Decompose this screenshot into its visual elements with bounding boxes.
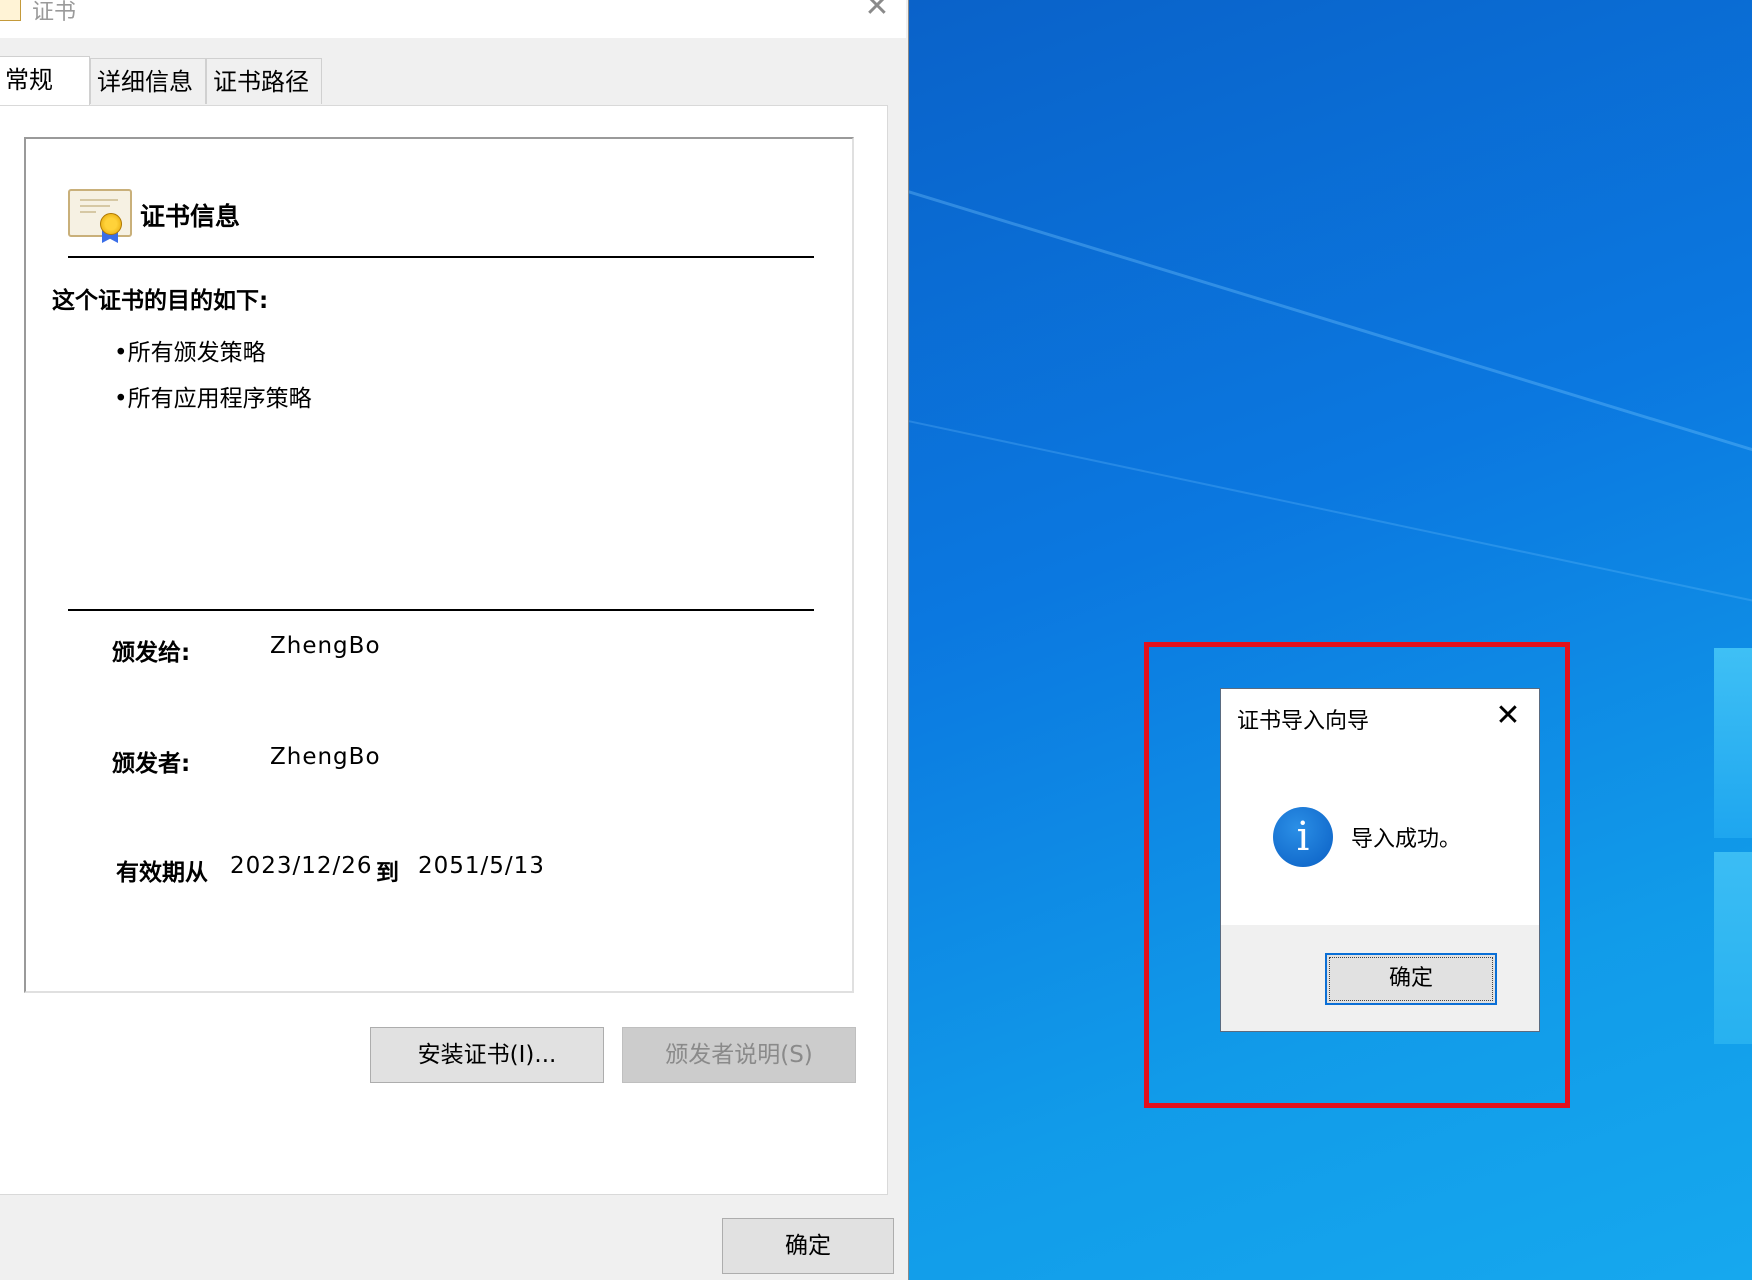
install-certificate-button[interactable]: 安装证书(I)... <box>370 1027 604 1083</box>
window-title: 证书 <box>32 0 77 25</box>
valid-from-label: 有效期从 <box>116 860 208 886</box>
issued-to-label: 颁发给: <box>112 640 191 666</box>
import-success-dialog: 证书导入向导 ✕ i 导入成功。 确定 <box>1220 688 1540 1032</box>
certificate-icon <box>0 0 21 21</box>
valid-to-value: 2051/5/13 <box>418 853 545 879</box>
windows-logo-pane <box>1714 852 1752 1044</box>
divider <box>68 609 814 611</box>
issuer-statement-button[interactable]: 颁发者说明(S) <box>622 1027 856 1083</box>
tab-certification-path[interactable]: 证书路径 <box>206 58 322 104</box>
valid-from-value: 2023/12/26 <box>230 853 373 879</box>
valid-to-label: 到 <box>376 860 399 886</box>
purpose-title: 这个证书的目的如下: <box>52 288 269 314</box>
close-icon[interactable]: ✕ <box>862 0 892 22</box>
certificate-info-box: 证书信息 这个证书的目的如下: •所有颁发策略 •所有应用程序策略 颁发给: Z… <box>24 137 854 993</box>
dialog-ok-button[interactable]: 确定 <box>1325 953 1497 1005</box>
issued-by-label: 颁发者: <box>112 751 191 777</box>
info-heading: 证书信息 <box>140 202 241 231</box>
information-icon: i <box>1273 807 1333 867</box>
tab-general[interactable]: 常规 <box>0 56 90 106</box>
tab-details[interactable]: 详细信息 <box>90 58 206 104</box>
windows-logo-pane <box>1714 648 1752 838</box>
issued-to-value: ZhengBo <box>270 633 381 659</box>
light-ray <box>908 190 1752 486</box>
dialog-message: 导入成功。 <box>1351 827 1462 852</box>
certificate-icon <box>68 189 132 243</box>
light-ray <box>908 420 1752 630</box>
close-icon[interactable]: ✕ <box>1491 699 1525 733</box>
divider <box>68 256 814 258</box>
purpose-item: •所有应用程序策略 <box>114 386 312 412</box>
purpose-item: •所有颁发策略 <box>114 340 266 366</box>
title-bar[interactable]: 证书 ✕ <box>0 0 906 38</box>
ok-button[interactable]: 确定 <box>722 1218 894 1274</box>
issued-by-value: ZhengBo <box>270 744 381 770</box>
dialog-title: 证书导入向导 <box>1237 709 1370 734</box>
certificate-window: 证书 ✕ 常规 详细信息 证书路径 证书信息 这个证书的目的如下: •所有颁发策… <box>0 0 909 1280</box>
